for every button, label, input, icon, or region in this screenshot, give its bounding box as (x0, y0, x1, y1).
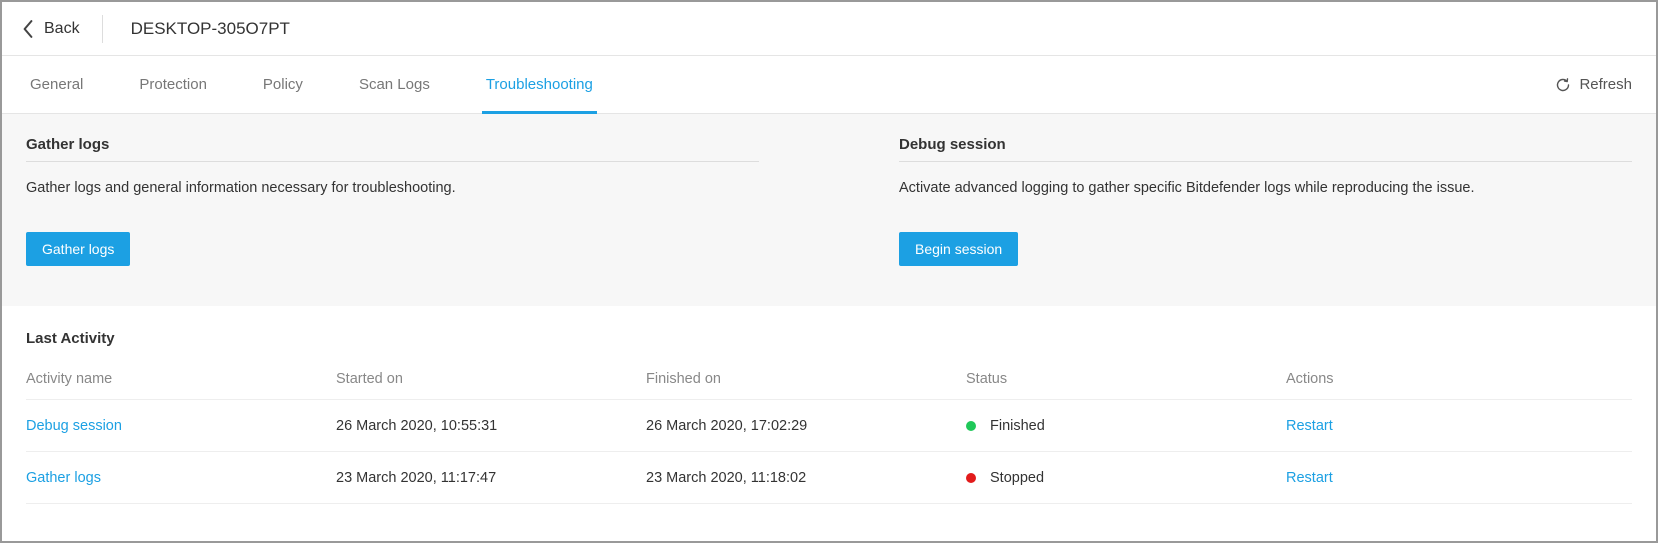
activity-started: 23 March 2020, 11:17:47 (336, 470, 646, 486)
last-activity-title: Last Activity (26, 330, 1632, 347)
debug-session-panel: Debug session Activate advanced logging … (899, 136, 1632, 266)
col-header-started: Started on (336, 371, 646, 387)
begin-session-button[interactable]: Begin session (899, 232, 1018, 266)
tabs-row: General Protection Policy Scan Logs Trou… (2, 56, 1656, 114)
gather-logs-description: Gather logs and general information nece… (26, 180, 759, 196)
activity-finished: 23 March 2020, 11:18:02 (646, 470, 966, 486)
gather-logs-button[interactable]: Gather logs (26, 232, 130, 266)
gather-logs-title: Gather logs (26, 136, 759, 162)
activity-name-link[interactable]: Debug session (26, 418, 336, 434)
activity-action-link[interactable]: Restart (1286, 470, 1632, 486)
refresh-button[interactable]: Refresh (1555, 76, 1632, 93)
debug-session-title: Debug session (899, 136, 1632, 162)
col-header-actions: Actions (1286, 371, 1632, 387)
status-dot-icon (966, 473, 976, 483)
col-header-status: Status (966, 371, 1286, 387)
chevron-left-icon (22, 20, 34, 38)
activity-action-link[interactable]: Restart (1286, 418, 1632, 434)
debug-session-description: Activate advanced logging to gather spec… (899, 180, 1632, 196)
back-label: Back (44, 20, 80, 38)
tab-troubleshooting[interactable]: Troubleshooting (482, 56, 597, 114)
activity-finished: 26 March 2020, 17:02:29 (646, 418, 966, 434)
activity-table: Activity name Started on Finished on Sta… (26, 371, 1632, 504)
status-dot-icon (966, 421, 976, 431)
device-name: DESKTOP-305O7PT (131, 19, 290, 39)
last-activity-section: Last Activity Activity name Started on F… (2, 306, 1656, 504)
status-text: Finished (990, 418, 1045, 434)
tab-general[interactable]: General (26, 56, 87, 114)
activity-name-link[interactable]: Gather logs (26, 470, 336, 486)
col-header-name: Activity name (26, 371, 336, 387)
activity-status: Stopped (966, 470, 1286, 486)
troubleshooting-panels: Gather logs Gather logs and general info… (2, 114, 1656, 306)
gather-logs-panel: Gather logs Gather logs and general info… (26, 136, 759, 266)
header-bar: Back DESKTOP-305O7PT (2, 2, 1656, 56)
refresh-icon (1555, 77, 1571, 93)
table-row: Gather logs 23 March 2020, 11:17:47 23 M… (26, 452, 1632, 504)
table-row: Debug session 26 March 2020, 10:55:31 26… (26, 400, 1632, 452)
tab-protection[interactable]: Protection (135, 56, 211, 114)
status-text: Stopped (990, 470, 1044, 486)
activity-started: 26 March 2020, 10:55:31 (336, 418, 646, 434)
tab-policy[interactable]: Policy (259, 56, 307, 114)
back-button[interactable]: Back (22, 15, 103, 43)
tab-scan-logs[interactable]: Scan Logs (355, 56, 434, 114)
activity-header-row: Activity name Started on Finished on Sta… (26, 371, 1632, 400)
activity-status: Finished (966, 418, 1286, 434)
col-header-finished: Finished on (646, 371, 966, 387)
refresh-label: Refresh (1579, 76, 1632, 93)
